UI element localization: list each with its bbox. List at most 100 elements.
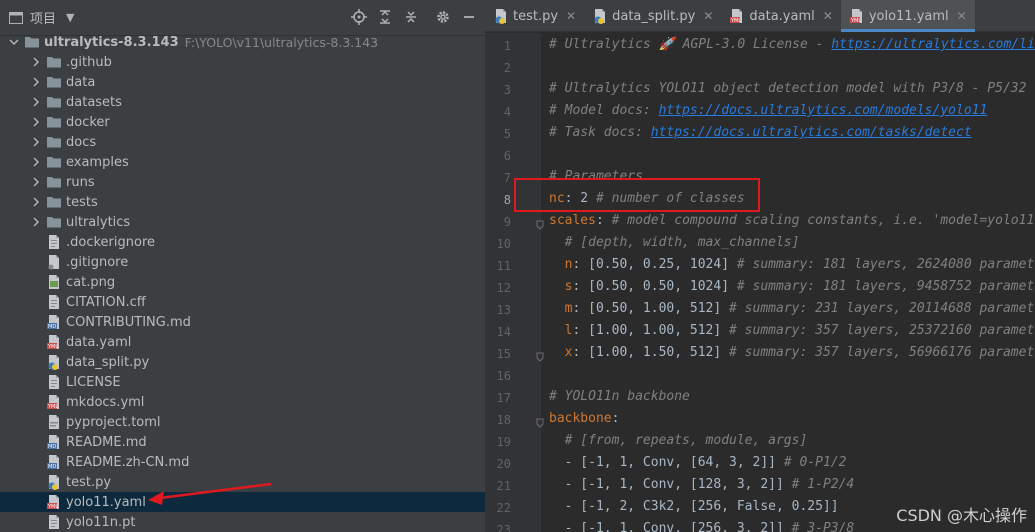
yaml-file-icon: YML: [849, 8, 865, 24]
line-number: 18: [496, 413, 511, 427]
code-link[interactable]: https://ultralytics.com/license: [831, 37, 1035, 52]
code-token: # summary: 181 layers, 2624080 parameter…: [736, 257, 1035, 272]
editor-tab[interactable]: YML yolo11.yaml ✕: [840, 0, 975, 32]
code-token: :: [595, 213, 612, 228]
code-token: # [from, repeats, module, args]: [564, 433, 808, 448]
code-line: - [-1, 2, C3k2, [256, False, 0.25]]: [549, 499, 839, 514]
code-token: scales: [549, 213, 596, 228]
code-token: : [0.50, 0.25, 1024]: [572, 257, 737, 272]
tab-label: test.py: [513, 8, 559, 24]
tab-label: data.yaml: [749, 8, 815, 24]
line-number: 9: [503, 215, 511, 229]
annotation-highlight-box: [514, 178, 760, 212]
code-line: scales: # model compound scaling constan…: [549, 213, 1035, 228]
code-token: # Ultralytics 🚀 AGPL-3.0 License -: [549, 37, 832, 52]
line-number: 19: [496, 435, 511, 449]
code-line: l: [1.00, 1.00, 512] # summary: 357 laye…: [549, 323, 1035, 338]
line-number: 20: [496, 457, 511, 471]
editor-tab[interactable]: data_split.py ✕: [584, 0, 721, 32]
code-line: x: [1.00, 1.50, 512] # summary: 357 laye…: [549, 345, 1035, 360]
code-line: # Ultralytics YOLO11 object detection mo…: [549, 81, 1035, 96]
code-token: backbone: [549, 411, 612, 426]
line-number: 16: [496, 369, 511, 383]
code-token: - [-1, 2, C3k2, [256, False, 0.25]]: [549, 499, 839, 514]
code-line: # YOLO11n backbone: [549, 389, 690, 404]
editor-tab[interactable]: YML data.yaml ✕: [721, 0, 840, 32]
code-token: # Model docs:: [549, 103, 659, 118]
line-number: 15: [496, 347, 511, 361]
code-line: # Model docs: https://docs.ultralytics.c…: [549, 103, 987, 118]
code-line: s: [0.50, 0.50, 1024] # summary: 181 lay…: [549, 279, 1035, 294]
line-number: 23: [496, 523, 511, 532]
code-token: - [-1, 1, Conv, [64, 3, 2]]: [549, 455, 784, 470]
code-token: - [-1, 1, Conv, [256, 3, 2]]: [549, 521, 792, 532]
fold-marker-icon[interactable]: [535, 417, 545, 428]
code-token: # model compound scaling constants, i.e.…: [611, 213, 1035, 228]
project-panel: 项目 ▼ ultralytics-8.3.143 F:\YOLO\v11\ult…: [0, 0, 485, 532]
code-link[interactable]: https://docs.ultralytics.com/models/yolo…: [659, 103, 988, 118]
line-number: 8: [503, 193, 511, 207]
code-line: # Ultralytics 🚀 AGPL-3.0 License - https…: [549, 37, 1035, 52]
code-token: - [-1, 1, Conv, [128, 3, 2]]: [549, 477, 792, 492]
line-number: 10: [496, 237, 511, 251]
code-token: # Ultralytics YOLO11 object detection mo…: [549, 81, 1035, 96]
python-file-icon: [592, 8, 608, 24]
code-editor[interactable]: 1 2 3 4 5 6 7 8 9 10 11 12 13 14 15 16 17 18 19 20 21 22 23 # …: [485, 33, 1035, 532]
annotation-arrow: [148, 482, 272, 505]
line-number: 5: [503, 127, 511, 141]
code-line: - [-1, 1, Conv, [64, 3, 2]] # 0-P1/2: [549, 455, 847, 470]
line-number: 21: [496, 479, 511, 493]
close-icon[interactable]: ✕: [566, 9, 576, 23]
line-number: 14: [496, 325, 511, 339]
python-file-icon: [493, 8, 509, 24]
code-line: m: [0.50, 1.00, 512] # summary: 231 laye…: [549, 301, 1035, 316]
code-line: # [from, repeats, module, args]: [549, 433, 808, 448]
code-line: # [depth, width, max_channels]: [549, 235, 800, 250]
code-token: # Task docs:: [549, 125, 651, 140]
code-line: backbone:: [549, 411, 619, 426]
close-icon[interactable]: ✕: [957, 9, 967, 23]
line-number: 3: [503, 83, 511, 97]
line-number: 7: [503, 171, 511, 185]
close-icon[interactable]: ✕: [823, 9, 833, 23]
tab-label: yolo11.yaml: [868, 8, 949, 24]
svg-text:YML: YML: [730, 18, 741, 24]
code-token: # 3-P3/8: [791, 521, 855, 532]
fold-marker-icon[interactable]: [535, 351, 545, 362]
fold-marker-icon[interactable]: [535, 219, 545, 230]
code-line: n: [0.50, 0.25, 1024] # summary: 181 lay…: [549, 257, 1035, 272]
watermark: CSDN @木心操作: [896, 506, 1027, 525]
line-number-gutter: 1 2 3 4 5 6 7 8 9 10 11 12 13 14 15 16 17 18 19 20 21 22 23: [485, 33, 544, 532]
tab-label: data_split.py: [612, 8, 696, 24]
line-number: 6: [503, 149, 511, 163]
code-token: # YOLO11n backbone: [549, 389, 690, 404]
code-token: # summary: 231 layers, 20114688 paramete…: [729, 301, 1035, 316]
code-token: # [depth, width, max_channels]: [564, 235, 800, 250]
line-number: 17: [496, 391, 511, 405]
code-token: # 1-P2/4: [791, 477, 855, 492]
editor-tab[interactable]: test.py ✕: [485, 0, 584, 32]
code-line: - [-1, 1, Conv, [256, 3, 2]] # 3-P3/8: [549, 521, 855, 532]
line-number: 12: [496, 281, 511, 295]
code-token: : [1.00, 1.00, 512]: [572, 323, 730, 338]
code-link[interactable]: https://docs.ultralytics.com/tasks/detec…: [651, 125, 972, 140]
line-number: 22: [496, 501, 511, 515]
code-token: # summary: 357 layers, 56966176 paramete…: [729, 345, 1035, 360]
svg-text:YML: YML: [850, 18, 861, 24]
code-token: # summary: 357 layers, 25372160 paramete…: [729, 323, 1035, 338]
code-line: # Task docs: https://docs.ultralytics.co…: [549, 125, 972, 140]
line-number: 4: [503, 105, 511, 119]
close-icon[interactable]: ✕: [703, 9, 713, 23]
line-number: 1: [503, 39, 511, 53]
yaml-file-icon: YML: [729, 8, 745, 24]
code-token: # summary: 181 layers, 9458752 parameter…: [736, 279, 1035, 294]
code-line: - [-1, 1, Conv, [128, 3, 2]] # 1-P2/4: [549, 477, 855, 492]
line-number: 2: [503, 61, 511, 75]
